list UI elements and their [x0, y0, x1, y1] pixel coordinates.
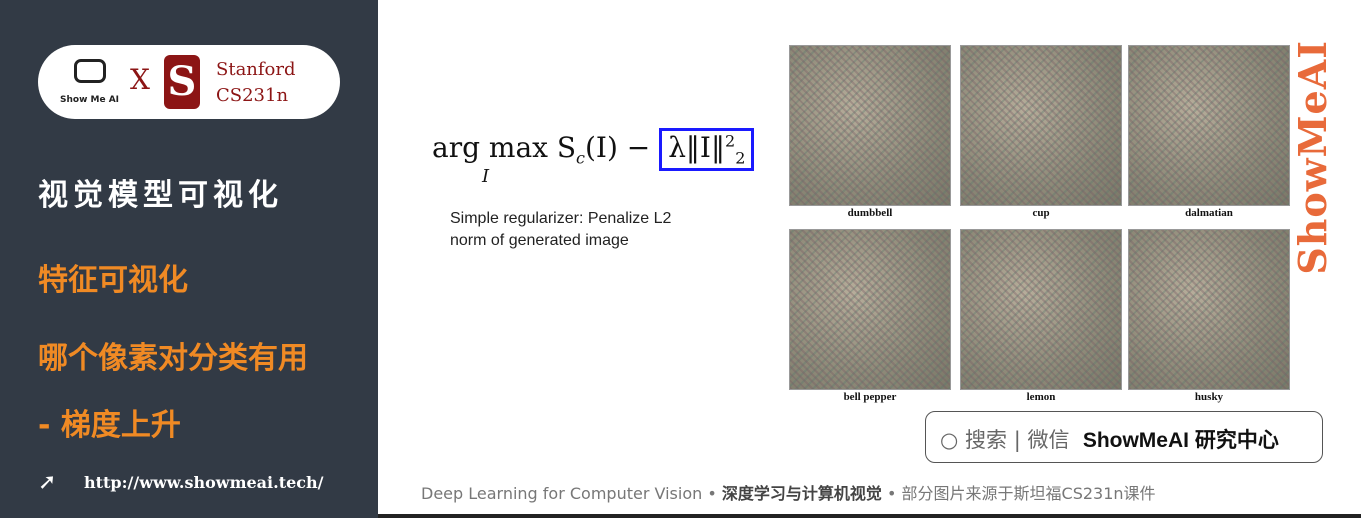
footer: Deep Learning for Computer Vision • 深度学习… — [421, 484, 1156, 503]
topic-1: 特征可视化 — [38, 263, 188, 298]
regularizer-box: λ‖I‖22 — [659, 128, 755, 171]
regularizer-text: Simple regularizer: Penalize L2 norm of g… — [450, 210, 672, 249]
caption: bell pepper — [843, 391, 897, 403]
showmeai-logo-icon — [74, 59, 106, 83]
caption: lemon — [1026, 391, 1056, 403]
caption: husky — [1194, 391, 1224, 403]
image-husky — [1128, 229, 1290, 390]
image-cup — [960, 45, 1122, 206]
watermark: ShowMeAI — [1290, 40, 1335, 275]
stanford-logo-icon: S — [164, 55, 200, 109]
formula: arg max Sc(I) − λ‖I‖22 I — [432, 128, 755, 187]
search-badge: ○ 搜索 | 微信 ShowMeAI 研究中心 — [925, 411, 1323, 463]
stanford-text: Stanford CS231n — [216, 59, 296, 106]
sidebar: Show Me AI X S Stanford CS231n 视觉模型可视化 特征… — [0, 0, 378, 518]
caption: cup — [1032, 207, 1050, 219]
image-bell-pepper — [789, 229, 951, 390]
topic-3: - 梯度上升 — [38, 408, 181, 443]
x-mark: X — [130, 63, 150, 96]
bottom-border — [378, 514, 1361, 518]
showmeai-text: Show Me AI — [60, 95, 120, 105]
image-lemon — [960, 229, 1122, 390]
image-dalmatian — [1128, 45, 1290, 206]
cursor-icon: ➚ — [38, 470, 57, 495]
topic-2: 哪个像素对分类有用 — [38, 341, 308, 376]
caption: dalmatian — [1185, 207, 1233, 219]
search-icon: ○ — [940, 428, 959, 452]
section-title: 视觉模型可视化 — [38, 178, 283, 213]
website-link[interactable]: http://www.showmeai.tech/ — [84, 473, 323, 492]
image-dumbbell — [789, 45, 951, 206]
logo-banner: Show Me AI X S Stanford CS231n — [38, 45, 340, 119]
caption: dumbbell — [847, 207, 893, 219]
